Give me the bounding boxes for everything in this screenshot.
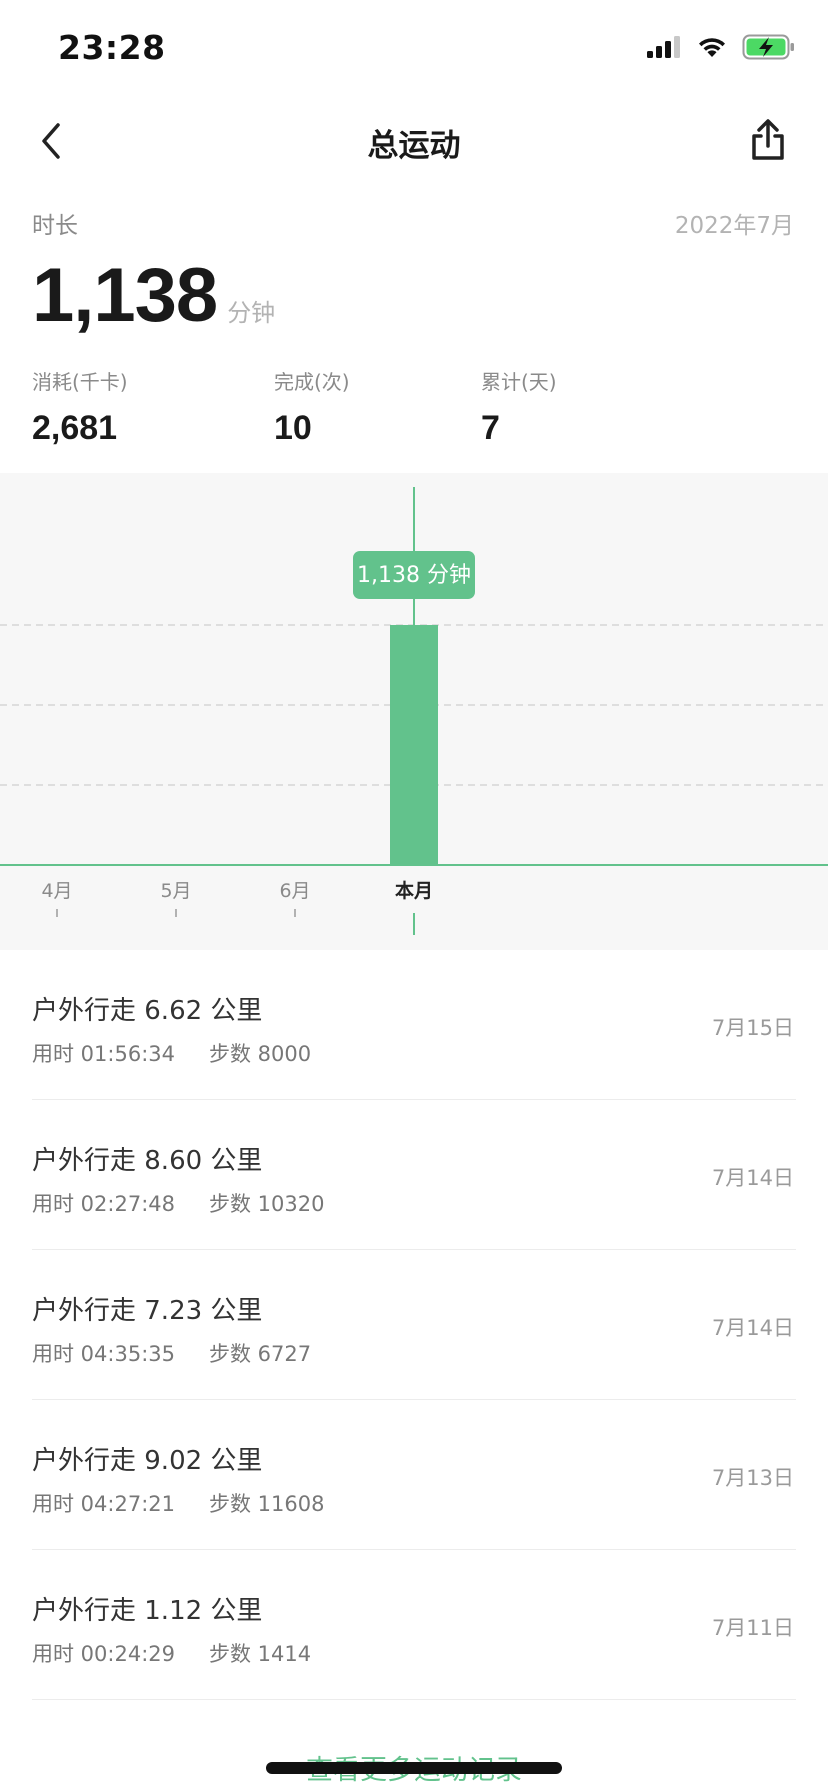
record-date: 7月13日 — [711, 1466, 794, 1490]
stat-label: 完成(次) — [274, 370, 350, 394]
wifi-icon — [699, 38, 725, 57]
total-duration: 1,138 分钟 — [32, 252, 275, 339]
record-steps: 步数 1414 — [209, 1642, 312, 1666]
period-label[interactable]: 2022年7月 — [675, 206, 794, 240]
status-bar: 23:28 — [0, 0, 828, 100]
record-date: 7月14日 — [711, 1316, 794, 1340]
divider — [32, 1699, 796, 1700]
list-item[interactable]: 户外行走 6.62 公里 用时 01:56:34 步数 8000 7月15日 — [0, 950, 828, 1100]
record-details: 用时 04:27:21 步数 11608 — [32, 1488, 324, 1518]
home-indicator[interactable] — [266, 1762, 562, 1774]
chart-svg[interactable]: 1,138 分钟 4月 5月 6月 本月 — [0, 473, 828, 950]
stat-label: 累计(天) — [481, 370, 557, 394]
record-steps: 步数 6727 — [209, 1342, 312, 1366]
record-details: 用时 02:27:48 步数 10320 — [32, 1188, 324, 1218]
stat-value: 2,681 — [32, 409, 118, 447]
stat-label: 消耗(千卡) — [32, 370, 128, 394]
record-steps: 步数 8000 — [209, 1042, 312, 1066]
record-steps: 步数 10320 — [209, 1192, 325, 1216]
record-duration: 用时 02:27:48 — [32, 1192, 175, 1216]
stat-days: 累计(天) 7 — [481, 366, 557, 448]
stat-calories: 消耗(千卡) 2,681 — [32, 366, 128, 448]
list-item[interactable]: 户外行走 1.12 公里 用时 00:24:29 步数 1414 7月11日 — [0, 1550, 828, 1700]
x-tick-label[interactable]: 本月 — [395, 879, 433, 902]
stat-value: 10 — [274, 409, 312, 447]
record-title: 户外行走 8.60 公里 — [32, 1146, 263, 1176]
status-time: 23:28 — [58, 28, 166, 67]
stat-value: 7 — [481, 409, 500, 447]
x-tick-label[interactable]: 4月 — [41, 880, 72, 902]
record-details: 用时 01:56:34 步数 8000 — [32, 1038, 311, 1068]
duration-chart[interactable]: 1,138 分钟 4月 5月 6月 本月 — [0, 473, 828, 950]
record-steps: 步数 11608 — [209, 1492, 325, 1516]
share-icon — [752, 119, 784, 160]
chart-tooltip-label: 1,138 分钟 — [357, 563, 471, 588]
record-duration: 用时 04:35:35 — [32, 1342, 175, 1366]
chevron-left-icon — [42, 123, 60, 159]
record-date: 7月15日 — [711, 1016, 794, 1040]
record-title: 户外行走 1.12 公里 — [32, 1596, 263, 1626]
list-item[interactable]: 户外行走 9.02 公里 用时 04:27:21 步数 11608 7月13日 — [0, 1400, 828, 1550]
record-details: 用时 00:24:29 步数 1414 — [32, 1638, 311, 1668]
back-button[interactable] — [24, 114, 78, 168]
record-title: 户外行走 9.02 公里 — [32, 1446, 263, 1476]
share-button[interactable] — [740, 112, 796, 168]
status-icons — [646, 34, 796, 60]
record-date: 7月14日 — [711, 1166, 794, 1190]
record-details: 用时 04:35:35 步数 6727 — [32, 1338, 311, 1368]
nav-bar: 总运动 — [0, 100, 828, 182]
record-date: 7月11日 — [711, 1616, 794, 1640]
x-tick-label[interactable]: 5月 — [160, 880, 191, 902]
stat-completed: 完成(次) 10 — [274, 366, 350, 448]
metric-label: 时长 — [32, 213, 78, 239]
record-duration: 用时 01:56:34 — [32, 1042, 175, 1066]
record-duration: 用时 00:24:29 — [32, 1642, 175, 1666]
list-item[interactable]: 户外行走 8.60 公里 用时 02:27:48 步数 10320 7月14日 — [0, 1100, 828, 1250]
total-duration-unit: 分钟 — [227, 299, 276, 327]
x-tick-label[interactable]: 6月 — [279, 880, 310, 902]
record-title: 户外行走 7.23 公里 — [32, 1296, 263, 1326]
record-duration: 用时 04:27:21 — [32, 1492, 175, 1516]
battery-charging-icon — [742, 34, 794, 60]
total-duration-value: 1,138 — [32, 253, 218, 338]
page-title: 总运动 — [367, 128, 461, 164]
cellular-signal-icon — [647, 36, 680, 58]
chart-bar[interactable] — [390, 625, 438, 865]
list-item[interactable]: 户外行走 7.23 公里 用时 04:35:35 步数 6727 7月14日 — [0, 1250, 828, 1400]
record-title: 户外行走 6.62 公里 — [32, 996, 263, 1026]
